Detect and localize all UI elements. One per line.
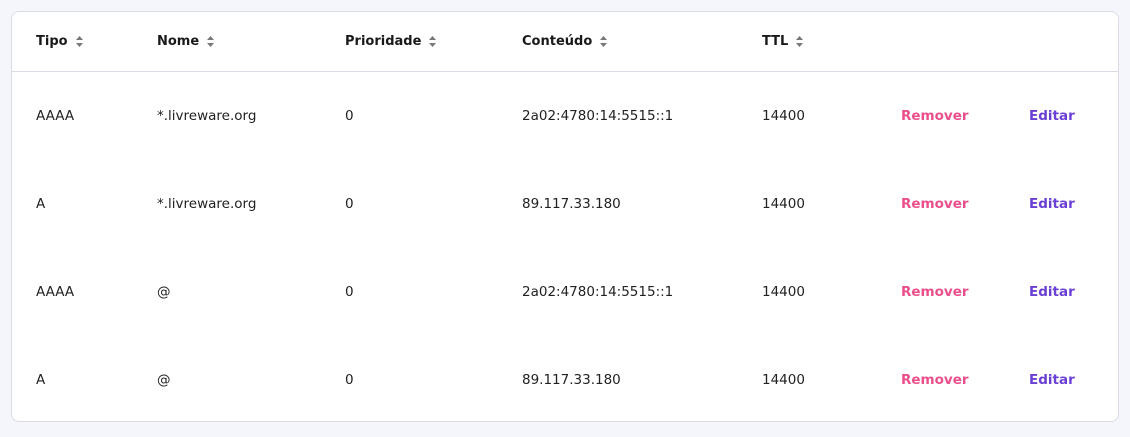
cell-conteudo: 89.117.33.180 bbox=[522, 196, 621, 212]
edit-button[interactable]: Editar bbox=[1029, 72, 1075, 160]
column-header-conteudo[interactable]: Conteúdo bbox=[522, 12, 608, 71]
table-row: AAAA *.livreware.org 0 2a02:4780:14:5515… bbox=[12, 72, 1118, 160]
table-row: A *.livreware.org 0 89.117.33.180 14400 … bbox=[12, 160, 1118, 248]
remove-button[interactable]: Remover bbox=[901, 72, 969, 160]
cell-conteudo: 2a02:4780:14:5515::1 bbox=[522, 284, 674, 300]
remove-button[interactable]: Remover bbox=[901, 336, 969, 421]
edit-button[interactable]: Editar bbox=[1029, 248, 1075, 336]
cell-tipo: AAAA bbox=[36, 108, 75, 124]
column-header-tipo[interactable]: Tipo bbox=[36, 12, 83, 71]
cell-nome: @ bbox=[157, 372, 171, 388]
edit-button[interactable]: Editar bbox=[1029, 160, 1075, 248]
table-row: A @ 0 89.117.33.180 14400 Remover Editar bbox=[12, 336, 1118, 421]
cell-prioridade: 0 bbox=[345, 372, 354, 388]
cell-prioridade: 0 bbox=[345, 108, 354, 124]
column-header-label: Conteúdo bbox=[522, 34, 593, 49]
cell-tipo: A bbox=[36, 196, 46, 212]
edit-button[interactable]: Editar bbox=[1029, 336, 1075, 421]
cell-tipo: AAAA bbox=[36, 284, 75, 300]
cell-nome: *.livreware.org bbox=[157, 108, 257, 124]
cell-nome: *.livreware.org bbox=[157, 196, 257, 212]
column-header-nome[interactable]: Nome bbox=[157, 12, 215, 71]
cell-conteudo: 89.117.33.180 bbox=[522, 372, 621, 388]
column-header-label: Prioridade bbox=[345, 34, 422, 49]
column-header-label: TTL bbox=[762, 34, 789, 49]
cell-ttl: 14400 bbox=[762, 284, 805, 300]
column-header-ttl[interactable]: TTL bbox=[762, 12, 804, 71]
sort-icon[interactable] bbox=[796, 36, 804, 47]
column-header-prioridade[interactable]: Prioridade bbox=[345, 12, 437, 71]
cell-ttl: 14400 bbox=[762, 372, 805, 388]
sort-icon[interactable] bbox=[75, 36, 83, 47]
sort-icon[interactable] bbox=[429, 36, 437, 47]
cell-tipo: A bbox=[36, 372, 46, 388]
dns-records-table: Tipo Nome Prioridade Conteúdo TTL AAAA *… bbox=[11, 11, 1119, 422]
remove-button[interactable]: Remover bbox=[901, 248, 969, 336]
cell-ttl: 14400 bbox=[762, 108, 805, 124]
cell-nome: @ bbox=[157, 284, 171, 300]
sort-icon[interactable] bbox=[600, 36, 608, 47]
cell-ttl: 14400 bbox=[762, 196, 805, 212]
column-header-label: Tipo bbox=[36, 34, 68, 49]
table-header: Tipo Nome Prioridade Conteúdo TTL bbox=[12, 12, 1118, 72]
remove-button[interactable]: Remover bbox=[901, 160, 969, 248]
sort-icon[interactable] bbox=[207, 36, 215, 47]
cell-prioridade: 0 bbox=[345, 284, 354, 300]
column-header-label: Nome bbox=[157, 34, 200, 49]
cell-conteudo: 2a02:4780:14:5515::1 bbox=[522, 108, 674, 124]
table-row: AAAA @ 0 2a02:4780:14:5515::1 14400 Remo… bbox=[12, 248, 1118, 336]
cell-prioridade: 0 bbox=[345, 196, 354, 212]
